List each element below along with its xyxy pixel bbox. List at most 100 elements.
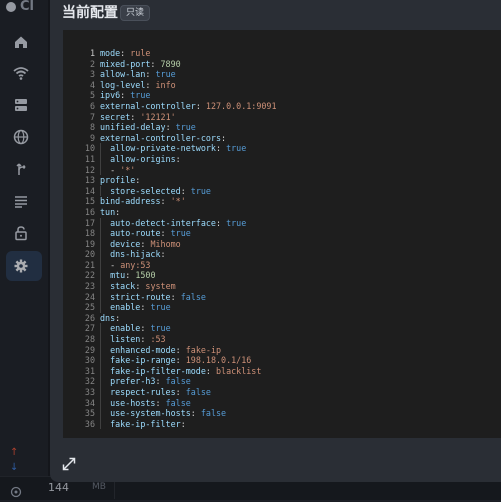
yaml-value: rule xyxy=(130,48,151,58)
code-line: 22 mtu: 1500 xyxy=(63,270,501,282)
code-line: 1 mode: rule xyxy=(63,48,501,59)
code-line: 32 prefer-h3: false xyxy=(63,376,501,387)
yaml-value: any:53 xyxy=(120,259,151,270)
yaml-key: log-level xyxy=(100,79,146,90)
line-number: 24 xyxy=(84,291,95,302)
code-text: log-level: info xyxy=(100,79,176,90)
yaml-key: unified-delay xyxy=(100,122,166,133)
yaml-value: Mihomo xyxy=(150,238,181,249)
code-line: 23 stack: system xyxy=(63,281,501,292)
code-line: 8 unified-delay: true xyxy=(63,122,501,133)
yaml-value: '*' xyxy=(170,196,186,207)
code-text: respect-rules: false xyxy=(110,387,211,397)
line-number: 12 xyxy=(84,164,95,175)
code-text: dns: xyxy=(100,312,121,323)
yaml-key: enable xyxy=(110,302,141,313)
line-number: 19 xyxy=(84,238,95,249)
code-line: 30 fake-ip-range: 198.18.0.1/16 xyxy=(63,355,501,366)
yaml-key: respect-rules xyxy=(110,387,176,397)
yaml-value: true xyxy=(130,90,151,101)
line-number: 34 xyxy=(84,397,95,408)
code-line: 19 device: Mihomo xyxy=(63,238,501,250)
yaml-value: '12121' xyxy=(140,111,176,122)
yaml-key: dns xyxy=(100,312,116,323)
readonly-badge: 只读 xyxy=(120,5,151,21)
yaml-key: ipv6 xyxy=(100,90,121,101)
code-line: 14 store-selected: true xyxy=(63,185,501,197)
code-text: strict-route: false xyxy=(110,291,206,302)
line-number: 27 xyxy=(84,323,95,334)
yaml-value: '*' xyxy=(120,164,136,175)
code-line: 15 bind-address: '*' xyxy=(63,196,501,207)
code-line: 6 external-controller: 127.0.0.1:9091 xyxy=(63,101,501,112)
yaml-key: secret xyxy=(100,111,131,122)
code-line: 9 external-controller-cors: xyxy=(63,133,501,144)
code-line: 36 fake-ip-filter: xyxy=(63,418,501,430)
yaml-key: fake-ip-filter-mode xyxy=(110,365,206,376)
line-number: 25 xyxy=(84,302,95,313)
yaml-value: true xyxy=(155,69,176,80)
yaml-key: mtu xyxy=(110,270,126,281)
line-number: 10 xyxy=(84,143,95,154)
yaml-key: auto-detect-interface xyxy=(110,217,216,228)
modal-title: 当前配置 xyxy=(62,5,118,21)
yaml-key: mode xyxy=(100,48,121,58)
line-number: 17 xyxy=(84,217,95,228)
yaml-key: tun xyxy=(100,206,116,217)
code-line: 13 profile: xyxy=(63,175,501,186)
code-text: enable: true xyxy=(110,302,171,313)
line-number: 7 xyxy=(89,111,95,122)
code-line: 29 enhanced-mode: fake-ip xyxy=(63,344,501,356)
code-text: fake-ip-filter-mode: blacklist xyxy=(110,365,262,376)
yaml-value: true xyxy=(150,302,171,313)
code-line: 5 ipv6: true xyxy=(63,90,501,101)
yaml-value: 198.18.0.1/16 xyxy=(185,355,252,366)
code-text: bind-address: '*' xyxy=(100,196,186,207)
yaml-value: 7890 xyxy=(160,58,181,69)
config-modal: 当前配置 只读 1 mode: rule 2 mixed-port: 7890 3 all… xyxy=(50,0,501,482)
code-line: 4 log-level: info xyxy=(63,80,501,91)
code-line: 27 enable: true xyxy=(63,323,501,335)
line-number: 1 xyxy=(89,48,95,58)
yaml-key: bind-address xyxy=(100,196,161,207)
code-line: 2 mixed-port: 7890 xyxy=(63,59,501,70)
code-line: 3 allow-lan: true xyxy=(63,69,501,80)
line-number: 20 xyxy=(84,249,95,260)
yaml-value: true xyxy=(226,217,247,228)
code-line: 17 auto-detect-interface: true xyxy=(63,217,501,229)
code-text: ipv6: true xyxy=(100,90,151,101)
code-line: 26 dns: xyxy=(63,313,501,324)
yaml-key: device xyxy=(110,238,141,249)
code-text: use-system-hosts: false xyxy=(110,408,227,419)
code-text: mode: rule xyxy=(100,48,151,58)
code-line: 33 respect-rules: false xyxy=(63,387,501,398)
code-line: 10 allow-private-network: true xyxy=(63,143,501,154)
expand-icon[interactable] xyxy=(62,456,76,471)
yaml-value: 127.0.0.1:9091 xyxy=(205,100,277,111)
code-text: fake-ip-range: 198.18.0.1/16 xyxy=(110,355,252,366)
code-line: 11 allow-origins: xyxy=(63,153,501,165)
code-line: 12 - '*' xyxy=(63,164,501,176)
code-text: stack: system xyxy=(110,281,176,292)
yaml-value: false xyxy=(200,408,227,419)
yaml-value: false xyxy=(165,376,191,387)
line-number: 32 xyxy=(84,376,95,387)
yaml-key: profile xyxy=(100,175,136,186)
yaml-value: false xyxy=(180,291,206,302)
line-number: 8 xyxy=(89,122,95,133)
yaml-value: 1500 xyxy=(135,270,156,281)
code-line: 31 fake-ip-filter-mode: blacklist xyxy=(63,365,501,377)
code-text: - any:53 xyxy=(110,259,151,270)
yaml-value: :53 xyxy=(150,334,166,345)
code-text: allow-private-network: true xyxy=(110,143,247,154)
yaml-key: use-hosts xyxy=(110,397,156,408)
line-number: 21 xyxy=(84,259,95,270)
yaml-key: external-controller-cors xyxy=(100,132,222,143)
code-line: 18 auto-route: true xyxy=(63,228,501,239)
line-number: 28 xyxy=(84,334,95,345)
yaml-key: allow-origins xyxy=(110,153,176,164)
code-text: auto-route: true xyxy=(110,228,191,239)
line-number: 22 xyxy=(84,270,95,281)
code-editor[interactable]: 1 mode: rule 2 mixed-port: 7890 3 allow-lan: … xyxy=(63,30,501,438)
yaml-key: store-selected xyxy=(110,185,181,196)
